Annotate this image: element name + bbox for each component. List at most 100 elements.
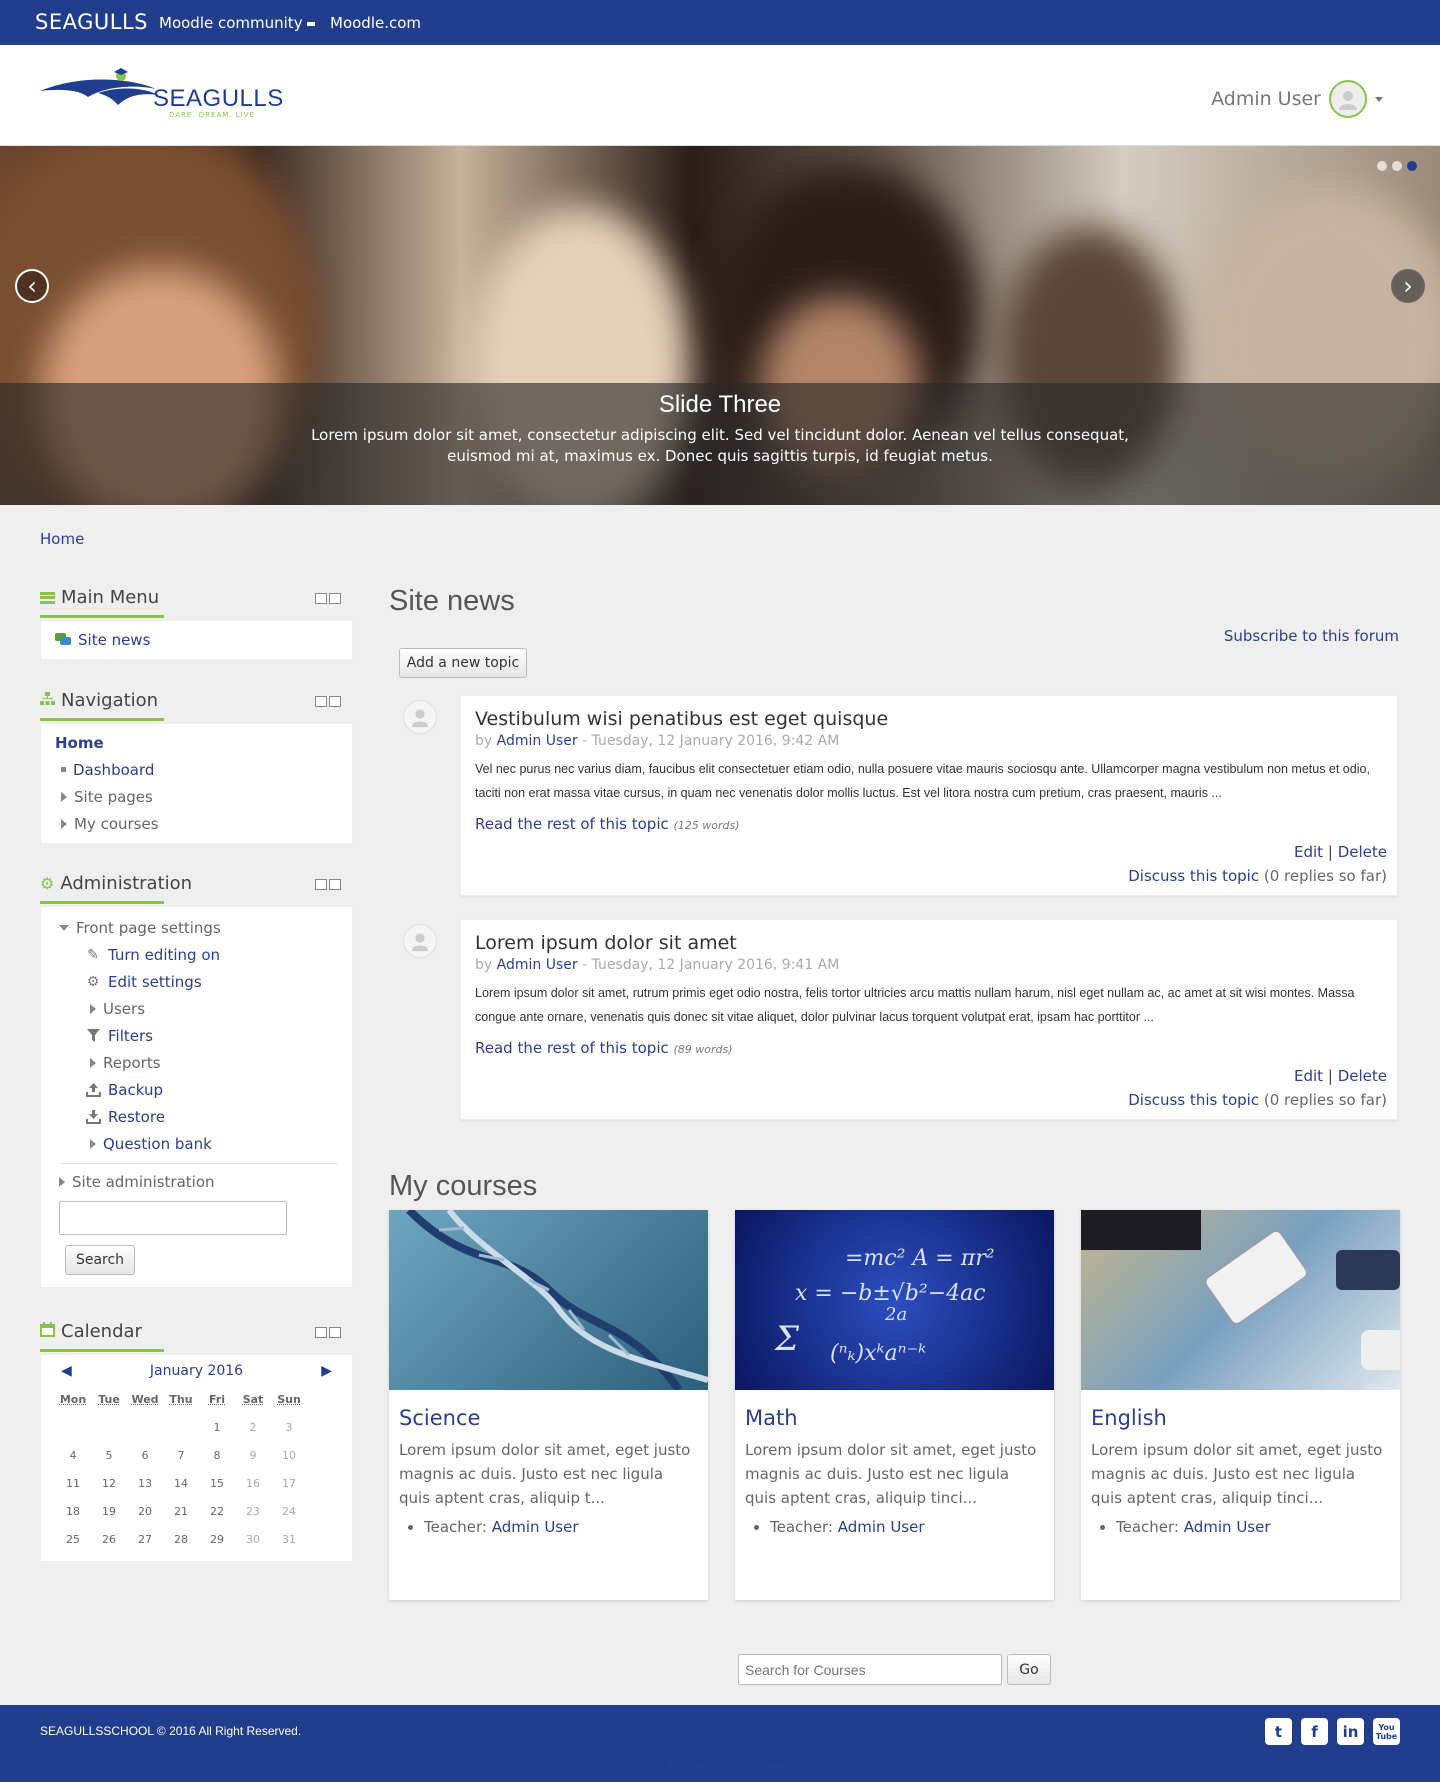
nav-dashboard[interactable]: Dashboard bbox=[55, 756, 338, 783]
delete-link[interactable]: Delete bbox=[1338, 1067, 1387, 1085]
prev-month-icon[interactable]: ◀ bbox=[61, 1363, 72, 1379]
calendar-day[interactable]: 22 bbox=[199, 1497, 235, 1525]
post-author[interactable]: Admin User bbox=[497, 733, 578, 749]
admin-search-button[interactable]: Search bbox=[65, 1245, 135, 1275]
nav-site-pages[interactable]: Site pages bbox=[55, 783, 338, 810]
purge-caches-link[interactable]: Purge all caches bbox=[667, 1758, 789, 1776]
dock-icon[interactable] bbox=[329, 696, 341, 707]
calendar-day[interactable]: 4 bbox=[55, 1441, 91, 1469]
calendar-day[interactable]: 7 bbox=[163, 1441, 199, 1469]
facebook-icon[interactable]: f bbox=[1301, 1718, 1328, 1745]
calendar-day[interactable]: 28 bbox=[163, 1525, 199, 1553]
calendar-day[interactable]: 30 bbox=[235, 1525, 271, 1553]
calendar-day[interactable]: 18 bbox=[55, 1497, 91, 1525]
calendar-day[interactable]: 2 bbox=[235, 1413, 271, 1441]
calendar-day[interactable]: 12 bbox=[91, 1469, 127, 1497]
add-topic-button[interactable]: Add a new topic bbox=[399, 648, 527, 678]
admin-site-administration[interactable]: Site administration bbox=[55, 1168, 338, 1195]
admin-reports[interactable]: Reports bbox=[55, 1049, 338, 1076]
slide-indicator[interactable] bbox=[1392, 161, 1402, 171]
teacher-link[interactable]: Admin User bbox=[1184, 1518, 1271, 1536]
calendar-day[interactable]: 20 bbox=[127, 1497, 163, 1525]
nav-home[interactable]: Home bbox=[55, 729, 338, 756]
slider-prev-button[interactable]: ‹ bbox=[15, 269, 49, 303]
course-image[interactable] bbox=[1081, 1210, 1400, 1390]
calendar-day[interactable]: 16 bbox=[235, 1469, 271, 1497]
youtube-icon[interactable]: You Tube bbox=[1373, 1718, 1400, 1745]
nav-my-courses[interactable]: My courses bbox=[55, 810, 338, 837]
nav-moodle-community[interactable]: Moodle community bbox=[159, 14, 316, 32]
brand-link[interactable]: SEAGULLS bbox=[35, 10, 148, 34]
calendar-day[interactable]: 21 bbox=[163, 1497, 199, 1525]
discuss-link[interactable]: Discuss this topic bbox=[1128, 867, 1259, 885]
discuss-link[interactable]: Discuss this topic bbox=[1128, 1091, 1259, 1109]
edit-settings-link[interactable]: Edit settings bbox=[108, 973, 202, 991]
calendar-day[interactable]: 9 bbox=[235, 1441, 271, 1469]
post-title[interactable]: Lorem ipsum dolor sit amet bbox=[475, 932, 1397, 954]
teacher-link[interactable]: Admin User bbox=[838, 1518, 925, 1536]
calendar-day[interactable]: 13 bbox=[127, 1469, 163, 1497]
course-name[interactable]: Math bbox=[745, 1406, 1054, 1430]
nav-dashboard-link[interactable]: Dashboard bbox=[73, 761, 154, 779]
collapse-icon[interactable] bbox=[315, 593, 327, 604]
edit-link[interactable]: Edit bbox=[1294, 1067, 1323, 1085]
calendar-day[interactable]: 10 bbox=[271, 1441, 307, 1469]
calendar-month[interactable]: January 2016 bbox=[150, 1363, 243, 1379]
linkedin-icon[interactable]: in bbox=[1337, 1718, 1364, 1745]
course-name[interactable]: English bbox=[1091, 1406, 1400, 1430]
calendar-day[interactable]: 5 bbox=[91, 1441, 127, 1469]
read-more-link[interactable]: Read the rest of this topic bbox=[475, 815, 669, 833]
backup-link[interactable]: Backup bbox=[108, 1081, 163, 1099]
collapse-icon[interactable] bbox=[315, 1327, 327, 1338]
admin-question-bank[interactable]: Question bank bbox=[55, 1130, 338, 1157]
calendar-day[interactable]: 11 bbox=[55, 1469, 91, 1497]
calendar-day[interactable]: 8 bbox=[199, 1441, 235, 1469]
admin-front-page-settings[interactable]: Front page settings bbox=[55, 914, 338, 941]
post-author[interactable]: Admin User bbox=[497, 957, 578, 973]
admin-filters[interactable]: Filters bbox=[55, 1022, 338, 1049]
course-image[interactable]: =mc² A = πr² x = −b±√b²−4ac 2a Σ (ⁿₖ)xᵏa… bbox=[735, 1210, 1054, 1390]
nav-home-link[interactable]: Home bbox=[55, 734, 104, 752]
site-news-link[interactable]: Site news bbox=[78, 631, 150, 649]
subscribe-link[interactable]: Subscribe to this forum bbox=[1224, 627, 1399, 645]
breadcrumb-home[interactable]: Home bbox=[40, 530, 84, 548]
collapse-icon[interactable] bbox=[315, 879, 327, 890]
read-more-link[interactable]: Read the rest of this topic bbox=[475, 1039, 669, 1057]
calendar-day[interactable]: 1 bbox=[199, 1413, 235, 1441]
slider-next-button[interactable]: › bbox=[1391, 269, 1425, 303]
dock-icon[interactable] bbox=[329, 879, 341, 890]
teacher-link[interactable]: Admin User bbox=[492, 1518, 579, 1536]
admin-users[interactable]: Users bbox=[55, 995, 338, 1022]
collapse-icon[interactable] bbox=[315, 696, 327, 707]
calendar-day[interactable]: 24 bbox=[271, 1497, 307, 1525]
course-search-go-button[interactable]: Go bbox=[1007, 1654, 1051, 1685]
admin-edit-settings[interactable]: ⚙ Edit settings bbox=[55, 968, 338, 995]
delete-link[interactable]: Delete bbox=[1338, 843, 1387, 861]
restore-link[interactable]: Restore bbox=[108, 1108, 165, 1126]
next-month-icon[interactable]: ▶ bbox=[321, 1363, 332, 1379]
twitter-icon[interactable]: t bbox=[1265, 1718, 1292, 1745]
calendar-day[interactable]: 6 bbox=[127, 1441, 163, 1469]
calendar-day[interactable]: 25 bbox=[55, 1525, 91, 1553]
turn-editing-link[interactable]: Turn editing on bbox=[108, 946, 220, 964]
slide-indicator-active[interactable] bbox=[1407, 161, 1417, 171]
slide-indicator[interactable] bbox=[1377, 161, 1387, 171]
filters-link[interactable]: Filters bbox=[108, 1027, 153, 1045]
calendar-day[interactable]: 19 bbox=[91, 1497, 127, 1525]
calendar-day[interactable]: 15 bbox=[199, 1469, 235, 1497]
dock-icon[interactable] bbox=[329, 1327, 341, 1338]
nav-moodle-com[interactable]: Moodle.com bbox=[330, 14, 421, 32]
calendar-day[interactable]: 29 bbox=[199, 1525, 235, 1553]
admin-search-input[interactable] bbox=[59, 1201, 287, 1235]
course-image[interactable] bbox=[389, 1210, 708, 1390]
calendar-day[interactable]: 14 bbox=[163, 1469, 199, 1497]
calendar-day[interactable]: 23 bbox=[235, 1497, 271, 1525]
calendar-day[interactable]: 17 bbox=[271, 1469, 307, 1497]
calendar-day[interactable]: 27 bbox=[127, 1525, 163, 1553]
admin-backup[interactable]: Backup bbox=[55, 1076, 338, 1103]
admin-turn-editing-on[interactable]: ✎ Turn editing on bbox=[55, 941, 338, 968]
admin-restore[interactable]: Restore bbox=[55, 1103, 338, 1130]
main-menu-item-site-news[interactable]: Site news bbox=[55, 626, 338, 653]
post-title[interactable]: Vestibulum wisi penatibus est eget quisq… bbox=[475, 708, 1397, 730]
question-bank-link[interactable]: Question bank bbox=[103, 1135, 212, 1153]
